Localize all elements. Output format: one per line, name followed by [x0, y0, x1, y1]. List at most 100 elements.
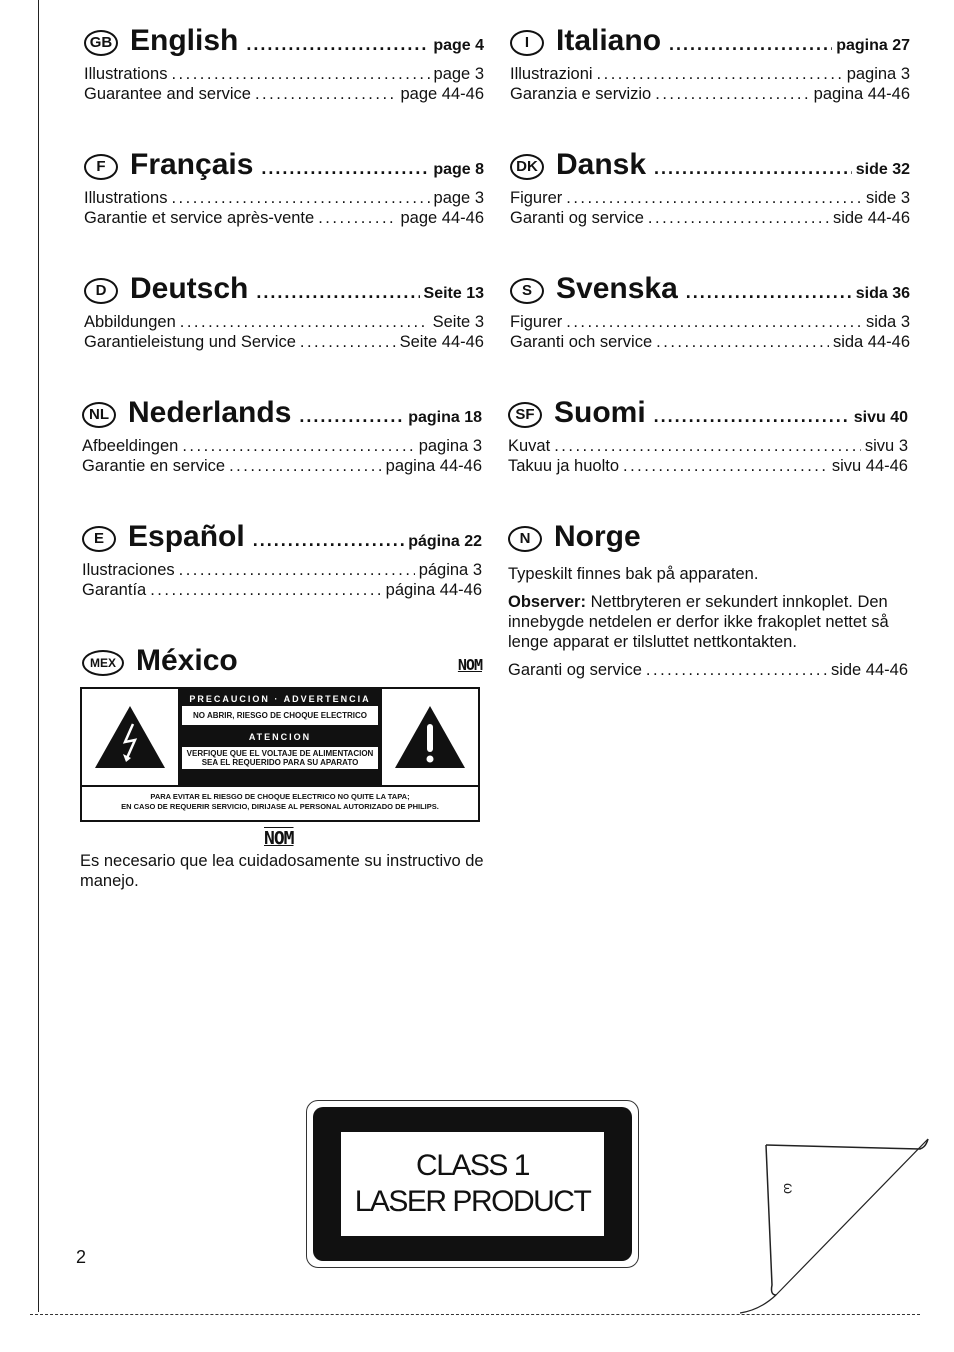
bottom-rule [30, 1314, 920, 1315]
section-suomi: SF Suomi.................................… [508, 396, 908, 476]
section-mexico: MEX México NOM [82, 644, 483, 684]
leader-dots: ........................................… [254, 85, 397, 103]
toc-row-label: Figurer [510, 313, 563, 331]
section-heading: GB English...............................… [84, 24, 484, 64]
section-title: Français [130, 148, 254, 181]
toc-row: Ilustraciones...........................… [82, 560, 482, 580]
toc-row-page: side 44-46 [832, 209, 910, 227]
toc-row-label: Garanzia e servizio [510, 85, 652, 103]
toc-row: Takuu ja huolto.........................… [508, 456, 908, 476]
leader-dots: ........................................… [647, 209, 829, 227]
section-dansk: DK Dansk.................................… [510, 148, 910, 228]
toc-row: Garanzia e servizio.....................… [510, 84, 910, 104]
leader-dots: ........................................… [246, 34, 429, 54]
toc-row-page: Seite 44-46 [399, 333, 484, 351]
toc-row-label: Guarantee and service [84, 85, 251, 103]
section-heading: NL Nederlands............................… [82, 396, 482, 436]
norge-typeskilt: Typeskilt finnes bak på apparaten. [508, 565, 759, 583]
leader-dots: ........................................… [179, 313, 429, 331]
leader-dots: ........................................… [554, 437, 861, 455]
leader-dots: ........................................… [566, 313, 862, 331]
section-title: English [130, 24, 239, 57]
warning-bottom-line1: PARA EVITAR EL RIESGO DE CHOQUE ELECTRIC… [150, 792, 410, 801]
section-svenska: S Svenska................................… [510, 272, 910, 352]
toc-row: Illustrations...........................… [84, 188, 484, 208]
toc-row-page: pagina 3 [846, 65, 910, 83]
toc-row-page: page 44-46 [400, 85, 485, 103]
toc-row: Illustrations...........................… [84, 64, 484, 84]
toc-row-label: Takuu ja huolto [508, 457, 619, 475]
toc-row: Figurer.................................… [510, 312, 910, 332]
toc-row-label: Garanti og service [508, 661, 642, 679]
leader-dots: ........................................… [656, 333, 829, 351]
warning-bottom-line2: EN CASO DE REQUERIR SERVICIO, DIRIJASE A… [121, 802, 439, 811]
lightning-warning-icon [82, 689, 178, 785]
country-badge-icon: MEX [82, 650, 124, 676]
section-title: México [136, 644, 238, 677]
toc-row-label: Kuvat [508, 437, 551, 455]
leader-dots: ........................................… [655, 85, 809, 103]
toc-row: Illustrazioni...........................… [510, 64, 910, 84]
leader-dots: ........................................… [685, 282, 852, 302]
section-page: pagina 18 [408, 409, 482, 426]
toc-row-label: Afbeeldingen [82, 437, 179, 455]
leader-dots: ........................................… [623, 457, 828, 475]
section-deutsch: D Deutsch................................… [84, 272, 484, 352]
section-heading: SF Suomi.................................… [508, 396, 908, 436]
mexico-heading: MEX México NOM [82, 644, 483, 684]
toc-row-page: side 44-46 [830, 661, 908, 679]
toc-row: Garantie et service après-vente.........… [84, 208, 484, 228]
norge-heading: N Norge [508, 520, 908, 560]
toc-row-label: Illustrations [84, 189, 168, 207]
leader-dots: ........................................… [318, 209, 397, 227]
leader-dots: ........................................… [645, 661, 827, 679]
electrical-warning-label: PRECAUCION · ADVERTENCIA NO ABRIR, RIESG… [80, 687, 480, 822]
laser-class-text: CLASS 1 [416, 1149, 530, 1182]
toc-row-label: Illustrations [84, 65, 168, 83]
section-heading: E Español................................… [82, 520, 482, 560]
toc-row: Garanti og service......................… [510, 208, 910, 228]
section-english: GB English...............................… [84, 24, 484, 104]
leader-dots: ........................................… [261, 158, 430, 178]
toc-row: Afbeeldingen............................… [82, 436, 482, 456]
warning-verifique-line2: SEA EL REQUERIDO PARA SU APARATO [201, 758, 359, 767]
warning-header-precaucion: PRECAUCION · ADVERTENCIA [189, 694, 371, 704]
leader-dots: ........................................… [669, 34, 832, 54]
laser-product-label: CLASS 1 LASER PRODUCT [306, 1100, 639, 1268]
toc-row-label: Figurer [510, 189, 563, 207]
toc-row-label: Illustrazioni [510, 65, 593, 83]
leader-dots: ........................................… [256, 282, 419, 302]
exclamation-warning-icon [382, 689, 478, 785]
leader-dots: ........................................… [654, 158, 852, 178]
nom-mark-icon: NOM [457, 656, 483, 674]
country-badge-icon: I [510, 29, 544, 56]
warning-no-abrir: NO ABRIR, RIESGO DE CHOQUE ELECTRICO [182, 706, 378, 725]
section-espanol: E Español................................… [82, 520, 482, 600]
country-badge-icon: S [510, 277, 544, 304]
warning-header-atencion: ATENCION [248, 732, 312, 742]
toc-row-page: page 3 [433, 189, 484, 207]
leader-dots: ........................................… [182, 437, 414, 455]
warning-verifique: VERFIQUE QUE EL VOLTAJE DE ALIMENTACION … [182, 747, 378, 769]
toc-row-label: Abbildungen [84, 313, 176, 331]
section-title: Norge [554, 520, 641, 553]
toc-row-label: Garantía [82, 581, 147, 599]
country-badge-icon: GB [84, 29, 118, 56]
leader-dots: ........................................… [299, 406, 405, 426]
toc-row-label: Garanti och service [510, 333, 653, 351]
country-badge-icon: N [508, 525, 542, 552]
leader-dots: ........................................… [150, 581, 381, 599]
toc-row-page: sida 44-46 [832, 333, 910, 351]
section-page: sida 36 [855, 285, 910, 302]
toc-row: Garantía................................… [82, 580, 482, 600]
section-heading: D Deutsch................................… [84, 272, 484, 312]
leader-dots: ........................................… [171, 65, 429, 83]
section-title: Suomi [554, 396, 646, 429]
warning-verifique-line1: VERFIQUE QUE EL VOLTAJE DE ALIMENTACION [186, 749, 374, 758]
section-norge: N Norge Typeskilt finnes bak på apparate… [508, 520, 908, 680]
section-title: Nederlands [128, 396, 292, 429]
section-heading: S Svenska................................… [510, 272, 910, 312]
norge-observer: Observer: Nettbryteren er sekundert innk… [508, 592, 908, 652]
toc-row: Garantie en service.....................… [82, 456, 482, 476]
nom-mark-icon: NOM [264, 828, 294, 849]
